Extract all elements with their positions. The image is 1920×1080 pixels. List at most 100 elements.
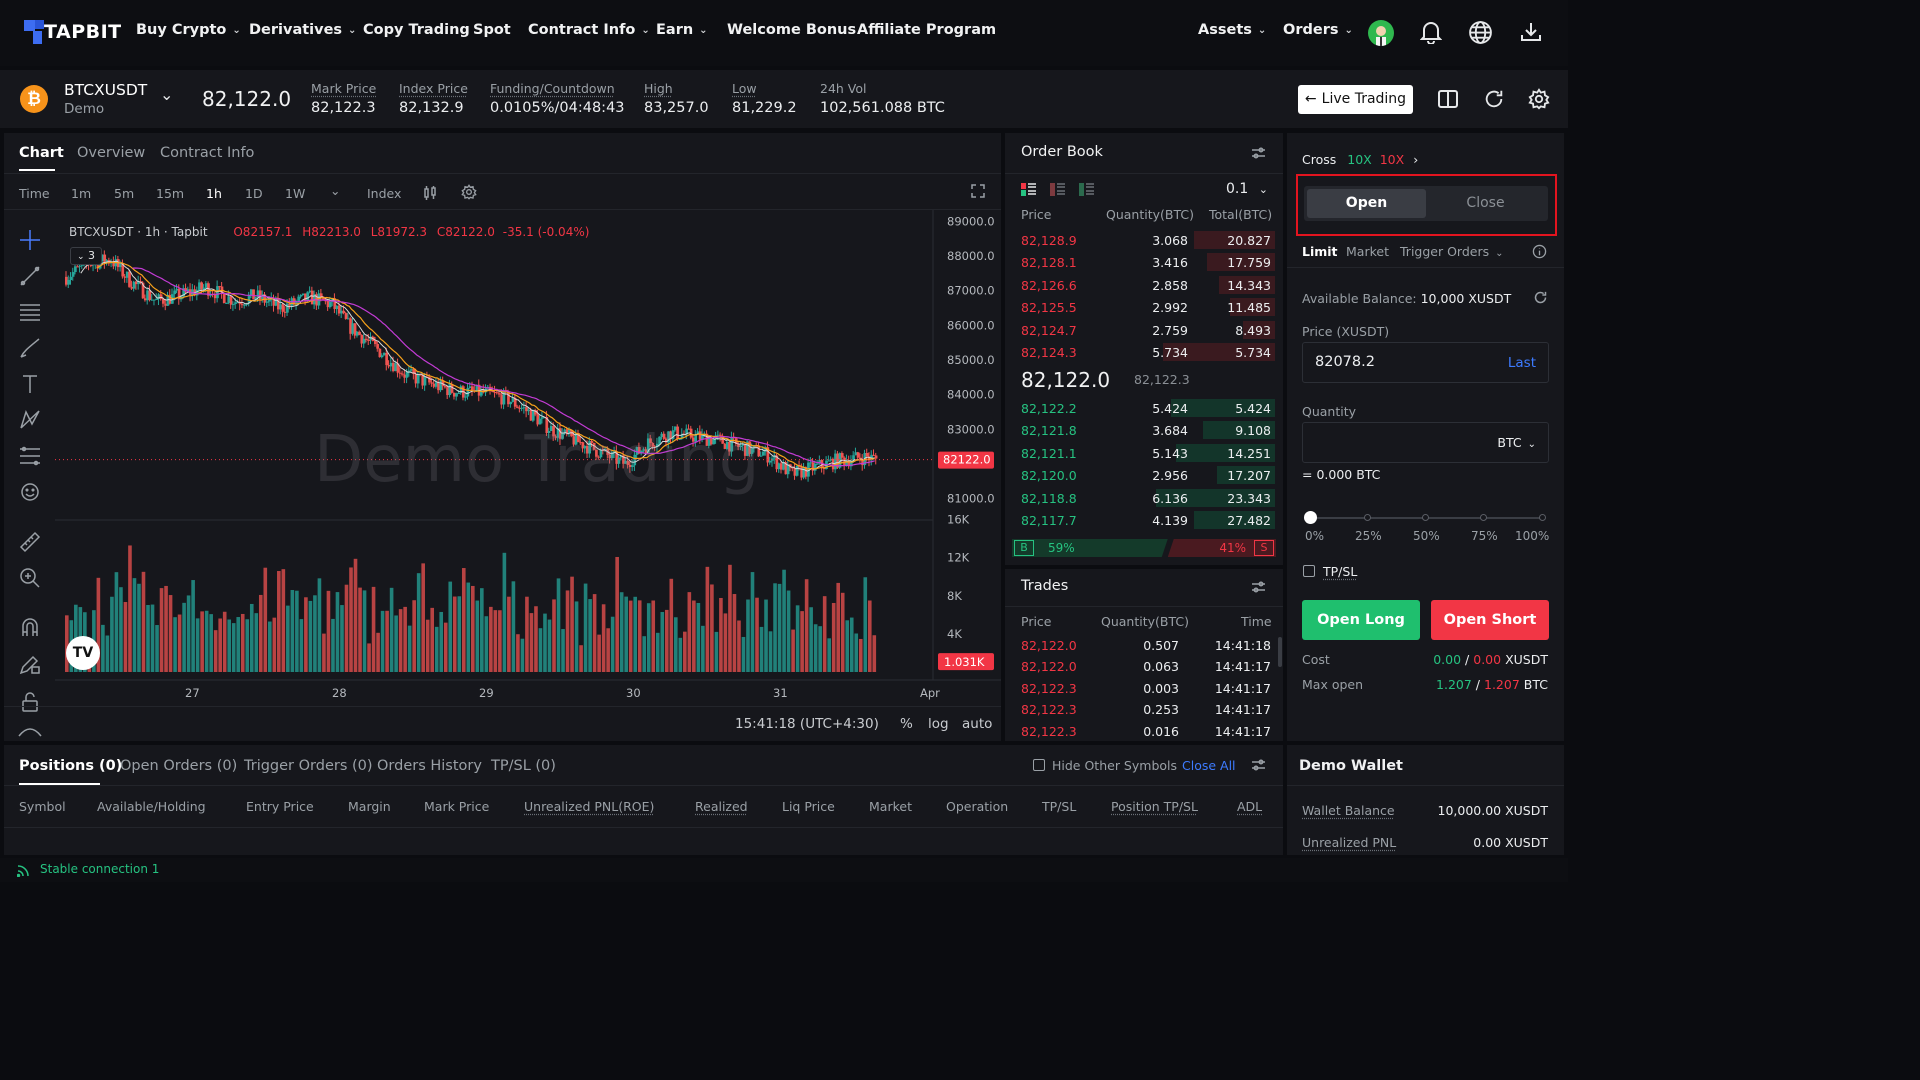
open-long-button[interactable]: Open Long: [1302, 600, 1420, 640]
interval-1h[interactable]: 1h: [206, 186, 222, 201]
tab-tpsl[interactable]: TP/SL (0): [491, 758, 556, 774]
ruler-icon[interactable]: [18, 530, 42, 554]
bid-row[interactable]: 82,120.0 2.956 17.207: [1005, 464, 1283, 486]
refresh-icon[interactable]: [1533, 290, 1548, 305]
tab-orders-history[interactable]: Orders History: [377, 758, 482, 774]
nav-spot[interactable]: Spot: [473, 22, 511, 38]
settings-icon[interactable]: [1528, 88, 1550, 110]
globe-icon[interactable]: [1468, 20, 1493, 45]
quantity-slider[interactable]: [1304, 511, 1549, 525]
scale-log[interactable]: log: [928, 716, 949, 732]
tab-overview[interactable]: Overview: [77, 145, 145, 161]
ask-row[interactable]: 82,126.6 2.858 14.343: [1005, 274, 1283, 296]
emoji-icon[interactable]: [18, 480, 42, 504]
close-all-link[interactable]: Close All: [1182, 758, 1236, 773]
avatar[interactable]: [1368, 20, 1394, 46]
order-type-trigger[interactable]: Trigger Orders ⌄: [1400, 244, 1504, 259]
tab-positions[interactable]: Positions (0): [19, 758, 122, 774]
layout-icon[interactable]: [1437, 89, 1459, 109]
bid-row[interactable]: 82,121.1 5.143 14.251: [1005, 442, 1283, 464]
chart-settings-icon[interactable]: [461, 184, 477, 200]
brush-icon[interactable]: [18, 336, 42, 360]
fib-icon[interactable]: [18, 444, 42, 468]
filter-icon[interactable]: [1251, 146, 1266, 160]
ask-row[interactable]: 82,128.9 3.068 20.827: [1005, 229, 1283, 251]
nav-copy-trading[interactable]: Copy Trading: [363, 22, 470, 38]
nav-buy-crypto[interactable]: Buy Crypto ⌄: [136, 22, 241, 38]
magnet-icon[interactable]: [18, 616, 42, 640]
tab-open-orders[interactable]: Open Orders (0): [120, 758, 237, 774]
live-trading-button[interactable]: ← Live Trading: [1298, 85, 1413, 114]
last-price-button[interactable]: Last: [1508, 355, 1536, 371]
interval-1d[interactable]: 1D: [245, 186, 263, 201]
draw-lock-icon[interactable]: [18, 652, 42, 676]
nav-derivatives[interactable]: Derivatives ⌄: [249, 22, 356, 38]
precision-select[interactable]: 0.1 ⌄: [1226, 181, 1268, 197]
open-tab[interactable]: Open: [1307, 189, 1426, 218]
bell-icon[interactable]: [1420, 20, 1442, 44]
scale-auto[interactable]: auto: [962, 716, 992, 732]
lock-icon[interactable]: [18, 690, 42, 714]
order-type-limit[interactable]: Limit: [1302, 244, 1338, 259]
nav-contract-info[interactable]: Contract Info ⌄: [528, 22, 650, 38]
nav-earn[interactable]: Earn ⌄: [656, 22, 708, 38]
tpsl-checkbox[interactable]: [1303, 565, 1315, 577]
pattern-icon[interactable]: [18, 408, 42, 432]
symbol-selector[interactable]: BTCXUSDT Demo ⌄: [64, 79, 179, 121]
interval-1w[interactable]: 1W: [285, 186, 305, 201]
slider-handle[interactable]: [1304, 511, 1317, 524]
price-input[interactable]: 82078.2 Last: [1302, 342, 1549, 383]
ask-row[interactable]: 82,124.7 2.759 8.493: [1005, 319, 1283, 341]
bid-row[interactable]: 82,121.8 3.684 9.108: [1005, 419, 1283, 441]
quantity-unit-select[interactable]: BTC ⌄: [1497, 435, 1536, 450]
bid-row[interactable]: 82,117.7 4.139 27.482: [1005, 509, 1283, 531]
interval-more-chevron-icon[interactable]: ⌄: [330, 183, 340, 198]
close-tab[interactable]: Close: [1426, 189, 1545, 218]
orderbook-title: Order Book: [1021, 144, 1103, 160]
candle-body: [202, 287, 206, 290]
zoom-in-icon[interactable]: [18, 566, 42, 590]
fullscreen-icon[interactable]: [971, 184, 985, 198]
quantity-input[interactable]: BTC ⌄: [1302, 422, 1549, 463]
text-icon[interactable]: [18, 372, 42, 396]
nav-assets[interactable]: Assets ⌄: [1198, 22, 1266, 38]
interval-15m[interactable]: 15m: [156, 186, 184, 201]
crosshair-icon[interactable]: [18, 228, 42, 252]
ask-row[interactable]: 82,125.5 2.992 11.485: [1005, 296, 1283, 318]
book-asks-icon[interactable]: [1050, 183, 1065, 196]
tab-contract-info[interactable]: Contract Info: [160, 145, 254, 161]
tpsl-label[interactable]: TP/SL: [1323, 564, 1357, 579]
interval-1m[interactable]: 1m: [71, 186, 91, 201]
nav-orders[interactable]: Orders ⌄: [1283, 22, 1353, 38]
eye-icon[interactable]: [18, 726, 42, 740]
book-both-icon[interactable]: [1021, 183, 1036, 196]
filter-icon[interactable]: [1251, 758, 1266, 772]
open-short-button[interactable]: Open Short: [1431, 600, 1549, 640]
indicator-toggle[interactable]: ⌄ 3: [70, 247, 102, 265]
index-toggle[interactable]: Index: [367, 186, 401, 201]
scale-percent[interactable]: %: [900, 716, 913, 732]
horizontal-lines-icon[interactable]: [18, 300, 42, 324]
nav-welcome-bonus[interactable]: Welcome Bonus: [727, 22, 856, 38]
interval-5m[interactable]: 5m: [114, 186, 134, 201]
hide-other-checkbox[interactable]: [1033, 759, 1045, 771]
download-icon[interactable]: [1519, 20, 1543, 44]
scrollbar[interactable]: [1278, 637, 1282, 667]
bid-row[interactable]: 82,122.2 5.424 5.424: [1005, 397, 1283, 419]
tab-trigger-orders[interactable]: Trigger Orders (0): [244, 758, 373, 774]
interval-time[interactable]: Time: [19, 186, 50, 201]
info-icon[interactable]: [1532, 244, 1547, 259]
ask-row[interactable]: 82,128.1 3.416 17.759: [1005, 251, 1283, 273]
book-bids-icon[interactable]: [1079, 183, 1094, 196]
bid-row[interactable]: 82,118.8 6.136 23.343: [1005, 487, 1283, 509]
candle-type-icon[interactable]: [423, 185, 437, 201]
ask-row[interactable]: 82,124.3 5.734 5.734: [1005, 341, 1283, 363]
nav-affiliate-program[interactable]: Affiliate Program: [857, 22, 996, 38]
hide-other-label[interactable]: Hide Other Symbols: [1052, 758, 1177, 773]
order-type-market[interactable]: Market: [1346, 244, 1389, 259]
filter-icon[interactable]: [1251, 580, 1266, 594]
refresh-icon[interactable]: [1483, 88, 1505, 110]
margin-settings[interactable]: Cross 10X 10X ›: [1302, 152, 1418, 167]
tab-chart[interactable]: Chart: [19, 145, 64, 161]
trend-line-icon[interactable]: [18, 264, 42, 288]
